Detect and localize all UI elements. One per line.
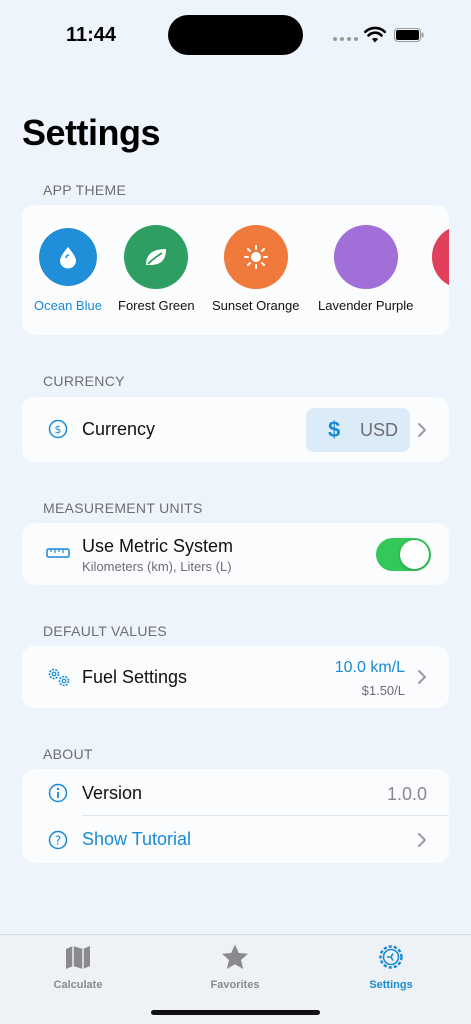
- map-icon: [66, 946, 90, 969]
- svg-text:$: $: [55, 423, 62, 436]
- lavender-purple-circle: [333, 225, 398, 289]
- chevron-right-icon: [418, 670, 426, 684]
- fuel-settings-title: Fuel Settings: [82, 667, 188, 687]
- currency-code: USD: [360, 420, 399, 440]
- currency-row[interactable]: $ Currency $ USD: [22, 397, 449, 462]
- section-label-default-values: DEFAULT VALUES: [43, 623, 168, 639]
- partial-theme-circle: [432, 225, 449, 289]
- question-circle-icon: ?: [48, 830, 68, 850]
- tab-label: Calculate: [53, 979, 103, 991]
- sun-icon: [243, 245, 268, 269]
- currency-symbol: $: [328, 417, 341, 442]
- tab-label: Settings: [369, 979, 413, 991]
- svg-text:?: ?: [55, 834, 61, 848]
- about-card: Version 1.0.0 ? Show Tutorial: [22, 769, 449, 863]
- selected-ring: [35, 225, 100, 289]
- metric-system-toggle[interactable]: [376, 538, 431, 571]
- status-time: 11:44: [66, 24, 117, 46]
- fuel-settings-row[interactable]: Fuel Settings 10.0 km/L $1.50/L: [22, 646, 449, 708]
- section-label-about: ABOUT: [43, 746, 93, 762]
- show-tutorial-row[interactable]: ? Show Tutorial: [22, 816, 449, 863]
- toggle-knob: [400, 540, 429, 569]
- theme-picker-card: Ocean Blue Forest Green Sunset Orange La…: [22, 205, 449, 335]
- gear-icon: [379, 945, 403, 969]
- ruler-icon: [46, 548, 70, 558]
- version-title: Version: [82, 783, 143, 803]
- currency-value-pill[interactable]: $ USD: [306, 408, 410, 452]
- home-indicator: [151, 1010, 320, 1015]
- theme-name: Ocean Blue: [34, 298, 102, 313]
- forest-green-circle: [124, 225, 189, 289]
- sunset-orange-circle: [223, 225, 288, 289]
- metric-system-row: Use Metric System Kilometers (km), Liter…: [22, 523, 449, 585]
- theme-name: Forest Green: [118, 298, 195, 313]
- theme-swatch-lavender-purple[interactable]: Lavender Purple: [318, 225, 413, 313]
- chevron-right-icon: [418, 833, 426, 847]
- fuel-price-value: $1.50/L: [361, 683, 405, 698]
- ocean-blue-circle: [39, 229, 96, 285]
- metric-system-subtitle: Kilometers (km), Liters (L): [82, 559, 232, 574]
- theme-swatch-sunset-orange[interactable]: Sunset Orange: [212, 225, 299, 313]
- tab-settings[interactable]: Settings: [336, 943, 446, 991]
- theme-swatch-forest-green[interactable]: Forest Green: [118, 225, 195, 313]
- currency-title: Currency: [82, 419, 156, 439]
- wifi-icon: [364, 26, 386, 43]
- tab-favorites[interactable]: Favorites: [180, 943, 290, 991]
- fuel-efficiency-value: 10.0 km/L: [334, 659, 405, 676]
- star-icon: [222, 944, 248, 969]
- metric-system-title: Use Metric System: [82, 536, 234, 556]
- battery-icon: [394, 28, 424, 42]
- tab-calculate[interactable]: Calculate: [23, 943, 133, 991]
- theme-swatch-partial[interactable]: R: [432, 225, 449, 313]
- page-title: Settings: [22, 112, 161, 153]
- leaf-icon: [146, 249, 167, 265]
- gears-icon: [48, 668, 70, 687]
- section-label-currency: CURRENCY: [43, 373, 125, 389]
- info-icon: [48, 783, 68, 803]
- chevron-right-icon: [418, 423, 426, 437]
- tab-label: Favorites: [210, 979, 260, 991]
- theme-name: Sunset Orange: [212, 298, 300, 313]
- theme-name: Lavender Purple: [318, 298, 414, 313]
- status-bar: 11:44: [0, 0, 471, 70]
- dollar-circle-icon: $: [48, 419, 68, 439]
- cellular-signal-icon: [333, 37, 358, 41]
- version-value: 1.0.0: [386, 784, 427, 804]
- show-tutorial-title: Show Tutorial: [82, 829, 192, 849]
- section-label-measurement-units: MEASUREMENT UNITS: [43, 500, 203, 516]
- drop-icon: [59, 247, 76, 269]
- dynamic-island: [168, 15, 303, 55]
- theme-swatch-ocean-blue[interactable]: Ocean Blue: [34, 225, 102, 313]
- section-label-app-theme: APP THEME: [43, 182, 127, 198]
